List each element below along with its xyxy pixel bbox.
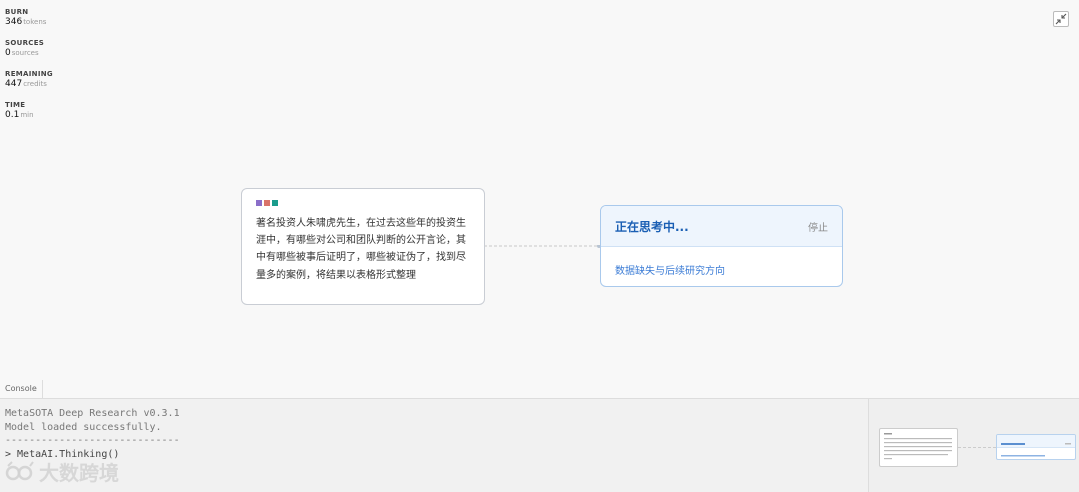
stat-label: TIME — [5, 101, 26, 109]
minimap-query-node — [879, 428, 958, 467]
dot-red — [264, 200, 270, 206]
dot-purple — [256, 200, 262, 206]
status-title: 正在思考中... — [615, 219, 689, 234]
node-connector — [484, 245, 601, 248]
status-node[interactable]: 正在思考中... 停止 数据缺失与后续研究方向 — [600, 205, 843, 287]
stat-value: 0.1 — [5, 110, 20, 120]
stat-label: SOURCES — [5, 39, 45, 47]
minimap-status-body — [1001, 455, 1045, 457]
stop-button[interactable]: 停止 — [808, 219, 828, 234]
watermark-text: 大数跨境 — [39, 461, 119, 485]
query-node[interactable]: 著名投资人朱啸虎先生，在过去这些年的投资生涯中，有哪些对公司和团队判断的公开言论… — [241, 188, 485, 305]
stat-value: 346 — [5, 17, 23, 27]
console-line: Model loaded successfully. — [5, 421, 162, 433]
watermark: 大数跨境 — [4, 457, 119, 486]
minimap-status-title — [1001, 443, 1071, 445]
stat-unit: sources — [11, 49, 39, 57]
collapse-arrows-icon — [1055, 13, 1067, 25]
stat-unit: min — [20, 111, 34, 119]
minimap-status-header — [997, 435, 1075, 448]
stat-burn: BURN 346tokens — [5, 8, 53, 28]
status-topic: 数据缺失与后续研究方向 — [615, 266, 725, 277]
tab-console[interactable]: Console — [0, 380, 43, 398]
minimap-status-node — [996, 434, 1076, 460]
stat-unit: tokens — [23, 18, 47, 26]
stat-remaining: REMAINING 447credits — [5, 70, 53, 90]
console-panel: MetaSOTA Deep Research v0.3.1 Model load… — [0, 399, 868, 492]
color-dots — [256, 200, 470, 206]
stat-label: BURN — [5, 8, 29, 16]
minimap-edge — [958, 447, 996, 448]
minimap-text-lines — [884, 433, 952, 460]
status-header: 正在思考中... 停止 — [601, 206, 842, 247]
stat-value: 0 — [5, 48, 11, 58]
stat-unit: credits — [23, 80, 47, 88]
query-text: 著名投资人朱啸虎先生，在过去这些年的投资生涯中，有哪些对公司和团队判断的公开言论… — [256, 218, 466, 281]
watermark-logo-icon — [5, 460, 34, 480]
stat-time: TIME 0.1min — [5, 101, 53, 121]
minimap[interactable] — [868, 399, 1079, 492]
stat-label: REMAINING — [5, 70, 53, 78]
stats-panel: BURN 346tokens SOURCES 0sources REMAININ… — [5, 8, 53, 132]
stat-sources: SOURCES 0sources — [5, 39, 53, 59]
console-line: MetaSOTA Deep Research v0.3.1 — [5, 408, 180, 419]
dot-teal — [272, 200, 278, 206]
console-line: ----------------------------- — [5, 435, 180, 446]
console-line: > MetaAI.Thinking() — [5, 448, 120, 460]
stat-value: 447 — [5, 79, 23, 89]
collapse-button[interactable] — [1053, 11, 1069, 27]
